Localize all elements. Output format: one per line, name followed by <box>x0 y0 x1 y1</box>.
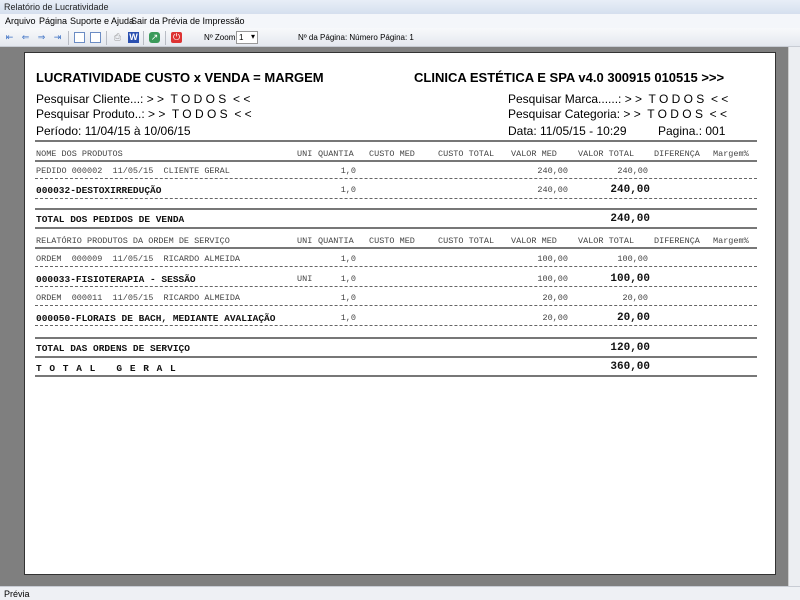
column-header: DIFERENÇA <box>654 236 700 246</box>
report-date: Data: 11/05/15 - 10:29 <box>508 124 627 138</box>
company-name: CLINICA ESTÉTICA E SPA v4.0 300915 01051… <box>414 70 725 85</box>
column-header: Margem% <box>713 236 749 246</box>
total-os-value: 120,00 <box>610 342 650 354</box>
column-header: CUSTO MED <box>369 236 415 246</box>
dashed-divider <box>35 178 757 179</box>
divider <box>35 140 757 142</box>
row-name: 000050-FLORAIS DE BACH, MEDIANTE AVALIAÇ… <box>36 313 276 324</box>
row-valor-total: 100,00 <box>617 254 648 264</box>
row-quantity: 1,0 <box>340 293 356 303</box>
next-page-icon[interactable]: ⇒ <box>36 32 47 43</box>
row-quantity: 1,0 <box>340 185 356 195</box>
column-header: QUANTIA <box>318 236 354 246</box>
print-icon[interactable]: ⎙ <box>112 32 123 43</box>
divider <box>35 337 757 339</box>
column-header: VALOR MED <box>511 236 557 246</box>
zoom-value: 1 <box>239 33 244 42</box>
page-number-label: Nº da Página: Número Página: 1 <box>298 33 414 42</box>
row-quantity: 1,0 <box>340 166 356 176</box>
export-icon[interactable]: ↗ <box>149 32 160 43</box>
row-name: 000033-FISIOTERAPIA - SESSÃO <box>36 274 196 285</box>
filter-categoria: Pesquisar Categoria: > > T O D O S < < <box>508 107 727 121</box>
row-name: PEDIDO 000002 11/05/15 CLIENTE GERAL <box>36 166 230 176</box>
column-header: CUSTO TOTAL <box>438 236 495 246</box>
report-page-number: Pagina.: 001 <box>658 124 726 138</box>
toolbar: ⇤ ⇐ ⇒ ⇥ ⎙ W ↗ ⏻ Nº Zoom 1 ▾ Nº da Página:… <box>0 28 800 47</box>
row-valor-total: 240,00 <box>610 184 650 196</box>
total-vendas-value: 240,00 <box>610 213 650 225</box>
close-preview-icon[interactable]: ⏻ <box>171 32 182 43</box>
divider <box>35 227 757 229</box>
column-header: NOME DOS PRODUTOS <box>36 149 123 159</box>
divider <box>35 356 757 358</box>
column-header: VALOR TOTAL <box>578 149 635 159</box>
row-valor-med: 100,00 <box>537 254 568 264</box>
column-header: Margem% <box>713 149 749 159</box>
dashed-divider <box>35 305 757 306</box>
total-vendas-label: TOTAL DOS PEDIDOS DE VENDA <box>36 214 185 225</box>
filter-marca: Pesquisar Marca......: > > T O D O S < < <box>508 92 729 106</box>
column-header: CUSTO TOTAL <box>438 149 495 159</box>
first-page-icon[interactable]: ⇤ <box>4 32 15 43</box>
report-title: LUCRATIVIDADE CUSTO x VENDA = MARGEM <box>36 70 324 85</box>
total-geral-label: T O T A L G E R A L <box>36 363 177 374</box>
column-header: QUANTIA <box>318 149 354 159</box>
column-header: RELATÓRIO PRODUTOS DA ORDEM DE SERVIÇO <box>36 236 230 246</box>
row-valor-total: 100,00 <box>610 273 650 285</box>
menu-arquivo[interactable]: Arquivo <box>5 16 36 26</box>
filter-cliente: Pesquisar Cliente...: > > T O D O S < < <box>36 92 251 106</box>
menu-pagina[interactable]: Página <box>39 16 67 26</box>
vertical-scrollbar[interactable] <box>788 47 800 586</box>
word-export-icon[interactable]: W <box>128 32 139 43</box>
dashed-divider <box>35 286 757 287</box>
dashed-divider <box>35 325 757 326</box>
status-bar: Prévia <box>0 586 800 600</box>
zoom-label: Nº Zoom <box>204 33 236 42</box>
menu-sair-previa[interactable]: Sair da Prévia de Impressão <box>131 16 245 26</box>
column-header: UNI <box>297 149 313 159</box>
single-page-icon[interactable] <box>74 32 85 43</box>
row-name: ORDEM 000011 11/05/15 RICARDO ALMEIDA <box>36 293 241 303</box>
column-header: CUSTO MED <box>369 149 415 159</box>
column-header: UNI <box>297 236 313 246</box>
row-valor-med: 240,00 <box>537 185 568 195</box>
row-name: ORDEM 000009 11/05/15 RICARDO ALMEIDA <box>36 254 241 264</box>
column-header: VALOR TOTAL <box>578 236 635 246</box>
last-page-icon[interactable]: ⇥ <box>52 32 63 43</box>
row-valor-total: 20,00 <box>622 293 648 303</box>
row-valor-med: 20,00 <box>542 313 568 323</box>
window-title: Relatório de Lucratividade <box>0 0 800 14</box>
menu-bar: Arquivo Página Suporte e Ajuda Sair da P… <box>0 14 800 28</box>
row-quantity: 1,0 <box>340 274 356 284</box>
row-valor-total: 20,00 <box>616 312 650 324</box>
periodo: Período: 11/04/15 à 10/06/15 <box>36 124 191 138</box>
column-header: DIFERENÇA <box>654 149 700 159</box>
row-valor-med: 100,00 <box>537 274 568 284</box>
prev-page-icon[interactable]: ⇐ <box>20 32 31 43</box>
row-valor-med: 240,00 <box>537 166 568 176</box>
row-quantity: 1,0 <box>340 254 356 264</box>
row-quantity: 1,0 <box>340 313 356 323</box>
row-name: 000032-DESTOXIRREDUÇÃO <box>36 185 162 196</box>
total-geral-value: 360,00 <box>610 361 650 373</box>
zoom-select[interactable]: 1 ▾ <box>236 31 258 44</box>
divider <box>35 208 757 210</box>
divider <box>35 247 757 249</box>
total-os-label: TOTAL DAS ORDENS DE SERVIÇO <box>36 343 190 354</box>
row-uni: UNI <box>297 274 313 284</box>
row-valor-med: 20,00 <box>542 293 568 303</box>
filter-produto: Pesquisar Produto..: > > T O D O S < < <box>36 107 252 121</box>
two-pages-icon[interactable] <box>90 32 101 43</box>
row-valor-total: 240,00 <box>617 166 648 176</box>
divider <box>35 160 757 162</box>
dashed-divider <box>35 266 757 267</box>
menu-suporte[interactable]: Suporte e Ajuda <box>70 16 134 26</box>
dashed-divider <box>35 198 757 199</box>
column-header: VALOR MED <box>511 149 557 159</box>
divider <box>35 375 757 377</box>
chevron-down-icon: ▾ <box>250 32 255 41</box>
